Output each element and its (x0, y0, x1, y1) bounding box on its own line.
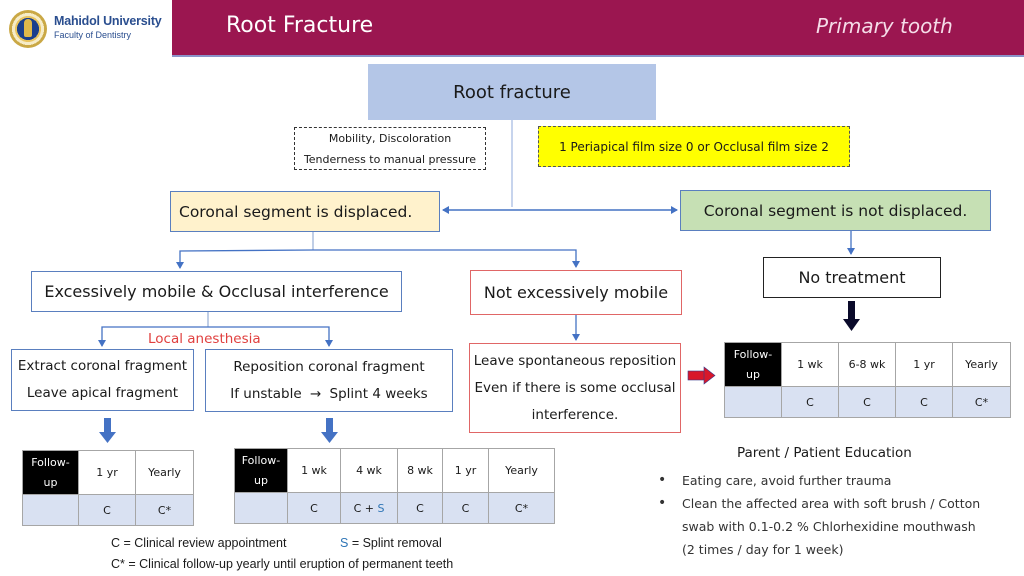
leave-line: interference. (531, 406, 619, 423)
table-header-cell: 1 yr (895, 342, 953, 387)
extract-line: Extract coronal fragment (17, 358, 188, 374)
sign-item: Tenderness to manual pressure (303, 152, 477, 166)
table-header-cell: Yearly (135, 450, 194, 495)
table-cell: C (78, 494, 136, 526)
table-empty-cell (22, 494, 79, 526)
excessively-mobile-label: Excessively mobile & Occlusal interferen… (44, 282, 389, 301)
reposition-condition: If unstable (230, 385, 302, 402)
table-empty-cell (234, 492, 288, 524)
arrow-down-reposition-icon (321, 418, 338, 443)
education-item-text: Eating care, avoid further trauma (682, 473, 892, 488)
table-cell: C (895, 386, 953, 418)
connector-branch-right (313, 249, 580, 268)
table-cell: C* (952, 386, 1011, 418)
table-header-cell: 8 wk (397, 448, 443, 493)
sign-item: Mobility, Discoloration (328, 131, 452, 145)
followup-label-cell: Follow-up (234, 448, 288, 493)
table-row: C C* (22, 494, 194, 526)
reposition-line: Reposition coronal fragment (233, 358, 425, 375)
table-header-row: Follow-up 1 wk 4 wk 8 wk 1 yr Yearly (234, 448, 555, 493)
reposition-box: Reposition coronal fragment If unstable … (205, 349, 453, 412)
bullet-icon: • (658, 495, 667, 511)
no-treatment-followup-table: Follow-up 1 wk 6-8 wk 1 yr Yearly C C C … (724, 342, 1011, 418)
reposition-action: Splint 4 weeks (329, 385, 428, 402)
table-header-cell: 4 wk (340, 448, 398, 493)
education-list: • Eating care, avoid further trauma • Cl… (658, 469, 1018, 561)
followup-label-cell: Follow-up (724, 342, 782, 387)
reposition-followup-table: Follow-up 1 wk 4 wk 8 wk 1 yr Yearly C C… (234, 448, 555, 524)
education-item: • Clean the affected area with soft brus… (658, 492, 1018, 515)
root-fracture-box: Root fracture (368, 64, 656, 120)
education-item-continuation: swab with 0.1-0.2 % Chlorhexidine mouthw… (682, 519, 976, 534)
followup-label-cell: Follow-up (22, 450, 79, 495)
education-item: • Eating care, avoid further trauma (658, 469, 1018, 492)
table-cell: C (838, 386, 896, 418)
leave-spontaneous-box: Leave spontaneous reposition Even if the… (469, 343, 681, 433)
table-header-cell: 1 wk (781, 342, 839, 387)
arrow-right-red-icon (687, 366, 716, 385)
logo-faculty-name: Faculty of Dentistry (54, 30, 132, 40)
table-header-cell: 1 yr (78, 450, 136, 495)
not-excessively-mobile-label: Not excessively mobile (483, 283, 669, 302)
table-cell: C (397, 492, 443, 524)
leave-line: Leave spontaneous reposition (473, 352, 677, 369)
legend-s-text: = Splint removal (348, 536, 442, 550)
extract-followup-table: Follow-up 1 yr Yearly C C* (22, 450, 194, 526)
no-treatment-label: No treatment (798, 268, 906, 287)
logo-university-name: Mahidol University (54, 14, 162, 28)
table-empty-cell (724, 386, 782, 418)
leave-line: Even if there is some occlusal (474, 379, 676, 396)
local-anesthesia-label: Local anesthesia (148, 331, 261, 347)
right-arrow-icon: → (309, 385, 322, 402)
page-title: Root Fracture (226, 13, 374, 38)
table-row: C C C C* (724, 386, 1011, 418)
root-fracture-label: Root fracture (453, 81, 571, 103)
table-cell-splint: C + S (340, 492, 398, 524)
splint-removal-mark: S (377, 501, 385, 515)
no-treatment-box: No treatment (763, 257, 941, 298)
arrow-down-notreatment-icon (843, 301, 860, 331)
clinical-signs-box: Mobility, Discoloration Tenderness to ma… (294, 127, 486, 170)
table-cell: C (287, 492, 341, 524)
extract-line: Leave apical fragment (26, 385, 179, 401)
legend-c-star: C* = Clinical follow-up yearly until eru… (111, 557, 454, 571)
table-header-cell: Yearly (488, 448, 555, 493)
legend-s: S = Splint removal (340, 536, 442, 550)
not-displaced-label: Coronal segment is not displaced. (703, 201, 968, 220)
radiograph-label: 1 Periapical film size 0 or Occlusal fil… (559, 139, 829, 154)
displaced-box: Coronal segment is displaced. (170, 191, 440, 232)
table-cell: C* (135, 494, 194, 526)
legend-c: C = Clinical review appointment (111, 536, 287, 550)
not-excessively-mobile-box: Not excessively mobile (470, 270, 682, 315)
table-header-cell: 6-8 wk (838, 342, 896, 387)
table-header-cell: Yearly (952, 342, 1011, 387)
radiograph-box: 1 Periapical film size 0 or Occlusal fil… (538, 126, 850, 167)
table-header-cell: 1 yr (442, 448, 489, 493)
table-header-row: Follow-up 1 yr Yearly (22, 450, 194, 495)
table-cell: C (442, 492, 489, 524)
page-subtitle: Primary tooth (816, 14, 953, 38)
displaced-label: Coronal segment is displaced. (179, 202, 413, 221)
education-title: Parent / Patient Education (737, 445, 912, 461)
arrow-down-extract-icon (99, 418, 116, 443)
table-row: C C + S C C C* (234, 492, 555, 524)
table-cell: C (781, 386, 839, 418)
reposition-line: If unstable → Splint 4 weeks (230, 381, 427, 408)
extract-box: Extract coronal fragment Leave apical fr… (11, 349, 194, 411)
education-item-text: Clean the affected area with soft brush … (682, 496, 981, 511)
table-header-row: Follow-up 1 wk 6-8 wk 1 yr Yearly (724, 342, 1011, 387)
education-item-continuation: (2 times / day for 1 week) (682, 542, 844, 557)
bullet-icon: • (658, 472, 667, 488)
table-header-cell: 1 wk (287, 448, 341, 493)
university-seal-icon (9, 10, 47, 48)
not-displaced-box: Coronal segment is not displaced. (680, 190, 991, 231)
connector-branch-left (176, 249, 314, 269)
excessively-mobile-box: Excessively mobile & Occlusal interferen… (31, 271, 402, 312)
table-cell: C* (488, 492, 555, 524)
